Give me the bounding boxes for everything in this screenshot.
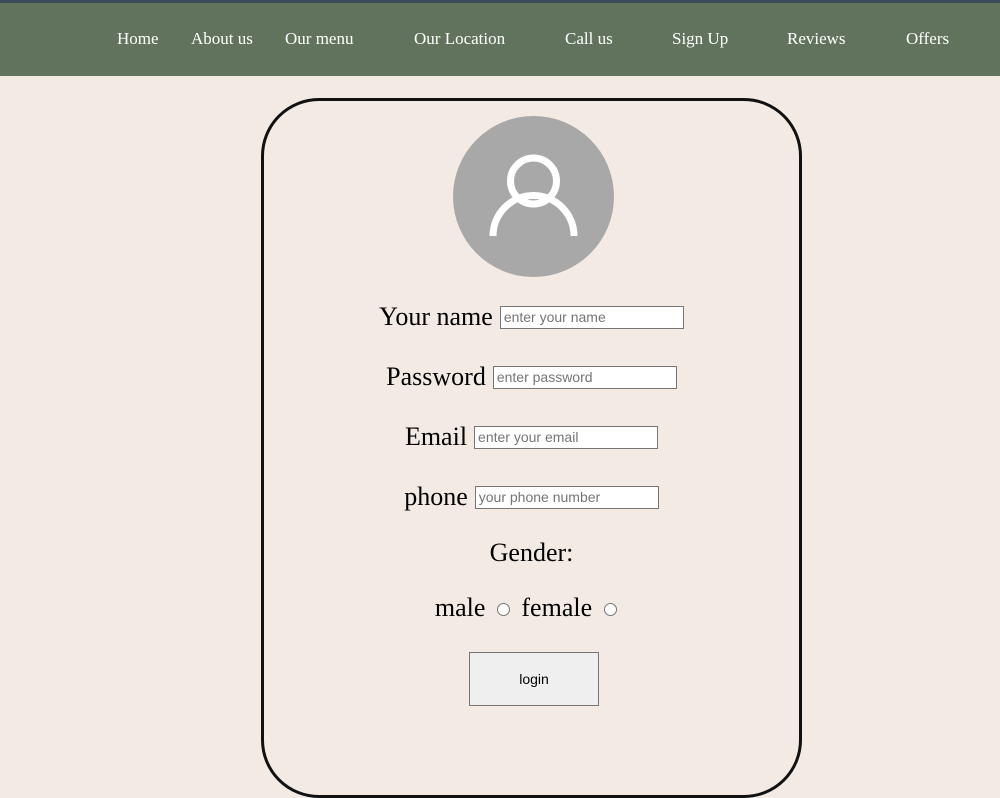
name-label: Your name	[379, 302, 493, 331]
phone-row: phone	[261, 482, 802, 512]
phone-label: phone	[404, 482, 468, 511]
gender-label: Gender:	[489, 538, 574, 567]
avatar	[453, 116, 614, 277]
nav-item-home[interactable]: Home	[117, 29, 159, 49]
password-label: Password	[386, 362, 486, 391]
nav-item-our-menu[interactable]: Our menu	[285, 29, 353, 49]
password-row: Password	[261, 362, 802, 392]
name-input[interactable]	[499, 305, 684, 329]
nav-item-our-location[interactable]: Our Location	[414, 29, 505, 49]
password-input[interactable]	[492, 365, 677, 389]
navbar: Home About us Our menu Our Location Call…	[0, 3, 1000, 76]
email-row: Email	[261, 422, 802, 452]
name-row: Your name	[261, 302, 802, 332]
nav-item-sign-up[interactable]: Sign Up	[672, 29, 728, 49]
nav-item-about-us[interactable]: About us	[191, 29, 253, 49]
gender-options: male female	[261, 593, 802, 623]
user-icon	[489, 154, 578, 237]
gender-row: Gender:	[261, 538, 802, 568]
login-button[interactable]: login	[469, 652, 599, 706]
nav-item-reviews[interactable]: Reviews	[787, 29, 846, 49]
male-label: male	[434, 593, 486, 622]
female-radio[interactable]	[604, 603, 618, 616]
phone-input[interactable]	[474, 485, 659, 509]
email-label: Email	[404, 422, 468, 451]
nav-item-call-us[interactable]: Call us	[565, 29, 613, 49]
male-radio[interactable]	[497, 603, 511, 616]
nav-item-offers[interactable]: Offers	[906, 29, 949, 49]
email-input[interactable]	[474, 425, 659, 449]
female-label: female	[521, 593, 593, 622]
